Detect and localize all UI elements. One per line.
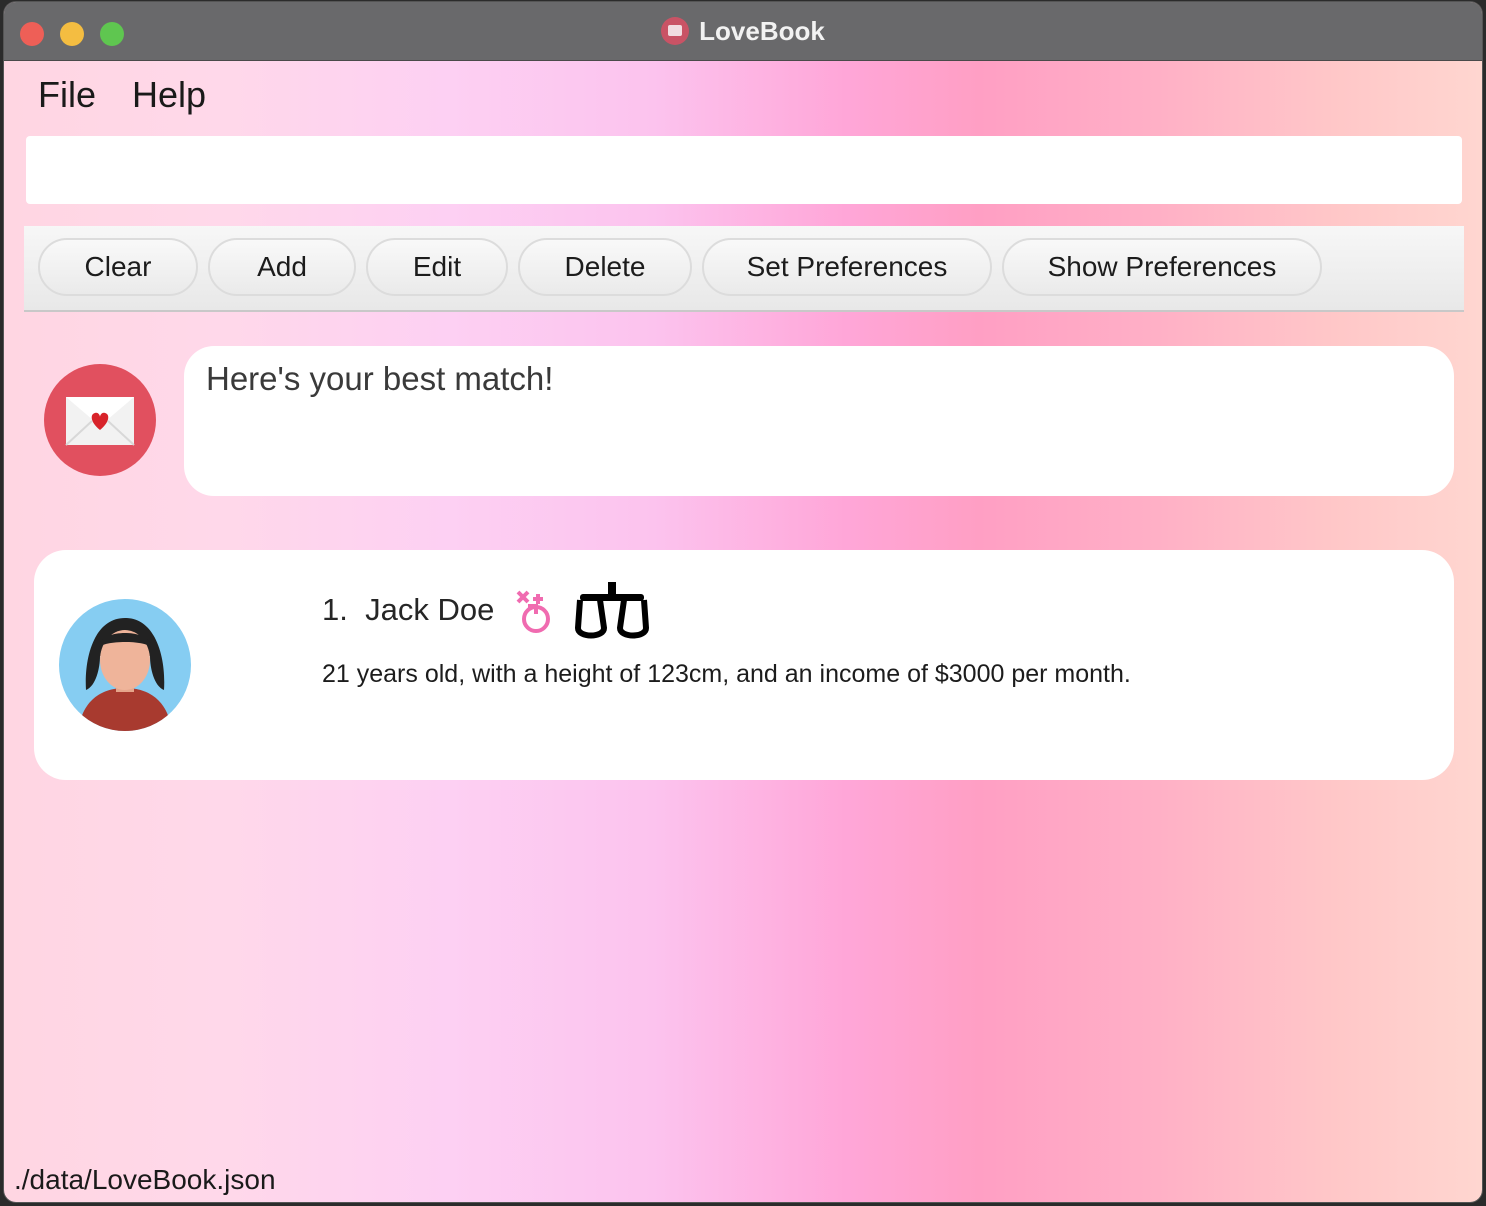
window-title-group: LoveBook — [4, 16, 1482, 46]
person-card[interactable]: 1. Jack Doe 21 years old, with a height … — [34, 550, 1454, 780]
app-logo-icon — [661, 17, 690, 45]
delete-button[interactable]: Delete — [518, 238, 692, 296]
command-toolbar: Clear Add Edit Delete Set Preferences Sh… — [24, 226, 1464, 312]
person-name-line: 1. Jack Doe — [322, 592, 494, 628]
show-preferences-button[interactable]: Show Preferences — [1002, 238, 1322, 296]
title-bar: LoveBook — [4, 2, 1482, 61]
person-index: 1. — [322, 592, 348, 627]
menu-file[interactable]: File — [38, 74, 96, 116]
clear-button[interactable]: Clear — [38, 238, 198, 296]
status-bar: ./data/LoveBook.json — [4, 1154, 1482, 1202]
set-preferences-button[interactable]: Set Preferences — [702, 238, 992, 296]
libra-icon — [574, 582, 650, 639]
menu-help[interactable]: Help — [132, 74, 206, 116]
add-button[interactable]: Add — [208, 238, 356, 296]
command-input[interactable] — [26, 136, 1462, 204]
person-avatar-icon — [59, 599, 191, 731]
person-avatar — [58, 598, 192, 732]
person-name: Jack Doe — [365, 592, 495, 627]
app-window: LoveBook File Help Clear Add Edit Delete… — [4, 2, 1482, 1202]
envelope-heart-icon — [65, 397, 135, 446]
person-description: 21 years old, with a height of 123cm, an… — [322, 660, 1131, 688]
result-message: Here's your best match! — [206, 360, 554, 397]
window-title: LoveBook — [699, 16, 825, 46]
love-letter-avatar — [44, 364, 156, 476]
menu-bar: File Help — [4, 62, 1482, 126]
save-location-path: ./data/LoveBook.json — [14, 1164, 276, 1195]
result-display: Here's your best match! — [184, 346, 1454, 496]
edit-button[interactable]: Edit — [366, 238, 508, 296]
female-male-symbol-icon — [516, 590, 550, 633]
